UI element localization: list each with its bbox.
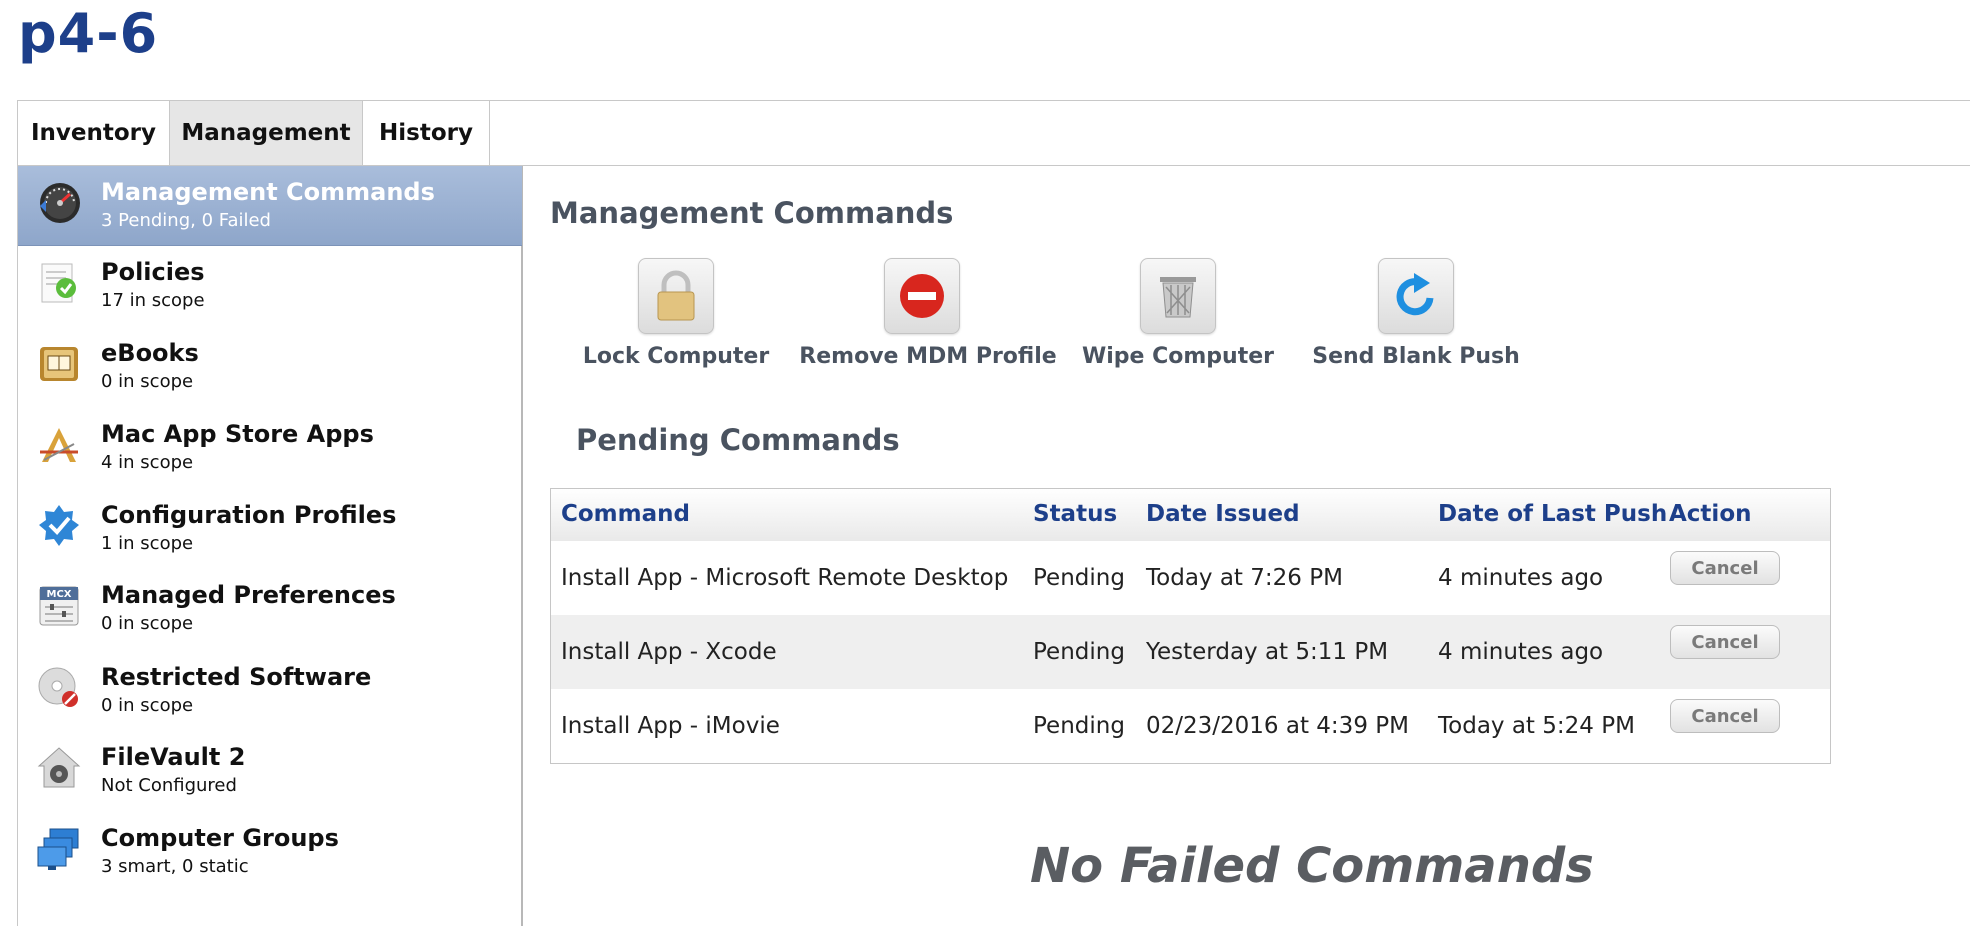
restricted-disc-icon xyxy=(38,667,78,707)
table-row: Install App - Microsoft Remote Desktop P… xyxy=(551,541,1830,615)
table-row: Install App - iMovie Pending 02/23/2016 … xyxy=(551,689,1830,763)
sidebar-item-subtitle: 0 in scope xyxy=(101,371,194,392)
gauge-icon xyxy=(40,183,80,223)
sidebar-item-subtitle: 3 Pending, 0 Failed xyxy=(101,210,271,231)
cell-status: Pending xyxy=(1033,639,1125,665)
sidebar-item-filevault-2[interactable]: FileVault 2 Not Configured xyxy=(18,731,522,811)
sidebar-item-subtitle: 0 in scope xyxy=(101,695,194,716)
sidebar-item-subtitle: 1 in scope xyxy=(101,533,194,554)
sidebar-item-configuration-profiles[interactable]: Configuration Profiles 1 in scope xyxy=(18,489,522,569)
sidebar-item-title: Computer Groups xyxy=(101,824,339,852)
refresh-arrow-icon xyxy=(1396,273,1434,316)
wipe-computer-label[interactable]: Wipe Computer xyxy=(1082,344,1274,369)
sidebar-item-policies[interactable]: Policies 17 in scope xyxy=(18,246,522,326)
sidebar-item-management-commands[interactable]: Management Commands 3 Pending, 0 Failed xyxy=(18,166,522,246)
app-store-icon xyxy=(40,428,78,462)
sidebar-item-title: Managed Preferences xyxy=(101,581,396,609)
table-row: Install App - Xcode Pending Yesterday at… xyxy=(551,615,1830,689)
sidebar-item-subtitle: 17 in scope xyxy=(101,290,205,311)
lock-computer-button[interactable] xyxy=(638,258,714,334)
cell-status: Pending xyxy=(1033,713,1125,739)
tab-inventory[interactable]: Inventory xyxy=(18,101,170,165)
sidebar-item-title: Restricted Software xyxy=(101,663,372,691)
page-title: p4-6 xyxy=(18,2,159,65)
cell-date-of-last-push: 4 minutes ago xyxy=(1438,639,1604,665)
cell-status: Pending xyxy=(1033,565,1125,591)
sidebar-item-title: Configuration Profiles xyxy=(101,501,397,529)
no-entry-icon xyxy=(900,274,944,318)
sidebar-item-subtitle: 4 in scope xyxy=(101,452,194,473)
cell-command: Install App - Xcode xyxy=(561,639,777,665)
sidebar-item-title: Management Commands xyxy=(101,178,435,206)
lock-computer-label[interactable]: Lock Computer xyxy=(583,344,769,369)
book-icon xyxy=(40,347,78,381)
send-blank-push-button[interactable] xyxy=(1378,258,1454,334)
computers-icon xyxy=(37,828,79,870)
section-title-pending-commands: Pending Commands xyxy=(576,423,900,457)
checkmark-badge-icon xyxy=(39,505,79,546)
sidebar-item-subtitle: 3 smart, 0 static xyxy=(101,856,249,877)
sidebar: Management Commands 3 Pending, 0 Failed … xyxy=(17,166,523,926)
column-header-action[interactable]: Action xyxy=(1669,501,1752,527)
mcx-icon: MCX xyxy=(39,586,79,626)
no-failed-commands-message: No Failed Commands xyxy=(1030,838,1594,894)
cancel-button[interactable]: Cancel xyxy=(1670,699,1780,733)
cell-date-of-last-push: Today at 5:24 PM xyxy=(1438,713,1635,739)
cell-command: Install App - iMovie xyxy=(561,713,780,739)
sidebar-item-restricted-software[interactable]: Restricted Software 0 in scope xyxy=(18,651,522,731)
tab-management[interactable]: Management xyxy=(170,101,363,165)
column-header-date-issued[interactable]: Date Issued xyxy=(1146,501,1300,527)
sidebar-item-managed-preferences[interactable]: MCX Managed Preferences 0 in scope xyxy=(18,569,522,649)
sidebar-item-mac-app-store-apps[interactable]: Mac App Store Apps 4 in scope xyxy=(18,408,522,488)
pending-commands-table: Command Status Date Issued Date of Last … xyxy=(550,488,1831,764)
sidebar-item-ebooks[interactable]: eBooks 0 in scope xyxy=(18,327,522,407)
sidebar-item-title: Policies xyxy=(101,258,205,286)
cell-command: Install App - Microsoft Remote Desktop xyxy=(561,565,1009,591)
tab-bar: Inventory Management History xyxy=(17,100,1970,166)
wipe-computer-button[interactable] xyxy=(1140,258,1216,334)
tab-history[interactable]: History xyxy=(363,101,490,165)
remove-mdm-profile-button[interactable] xyxy=(884,258,960,334)
cell-date-of-last-push: 4 minutes ago xyxy=(1438,565,1604,591)
cell-date-issued: 02/23/2016 at 4:39 PM xyxy=(1146,713,1409,739)
sidebar-item-subtitle: Not Configured xyxy=(101,775,237,796)
sidebar-item-title: FileVault 2 xyxy=(101,743,246,771)
cell-date-issued: Yesterday at 5:11 PM xyxy=(1146,639,1389,665)
table-header: Command Status Date Issued Date of Last … xyxy=(551,489,1830,541)
send-blank-push-label[interactable]: Send Blank Push xyxy=(1312,344,1520,369)
trash-icon xyxy=(1160,277,1196,318)
sidebar-item-title: eBooks xyxy=(101,339,199,367)
section-title-management-commands: Management Commands xyxy=(550,196,954,230)
sidebar-item-computer-groups[interactable]: Computer Groups 3 smart, 0 static xyxy=(18,812,522,892)
cancel-button[interactable]: Cancel xyxy=(1670,625,1780,659)
column-header-date-of-last-push[interactable]: Date of Last Push xyxy=(1438,501,1667,527)
cell-date-issued: Today at 7:26 PM xyxy=(1146,565,1343,591)
policy-document-icon xyxy=(41,263,76,303)
padlock-icon xyxy=(657,270,695,321)
sidebar-item-subtitle: 0 in scope xyxy=(101,613,194,634)
vault-icon xyxy=(37,747,81,788)
sidebar-item-title: Mac App Store Apps xyxy=(101,420,374,448)
remove-mdm-profile-label[interactable]: Remove MDM Profile xyxy=(799,344,1056,369)
cancel-button[interactable]: Cancel xyxy=(1670,551,1780,585)
svg-text:MCX: MCX xyxy=(47,589,72,600)
column-header-command[interactable]: Command xyxy=(561,501,690,527)
column-header-status[interactable]: Status xyxy=(1033,501,1117,527)
